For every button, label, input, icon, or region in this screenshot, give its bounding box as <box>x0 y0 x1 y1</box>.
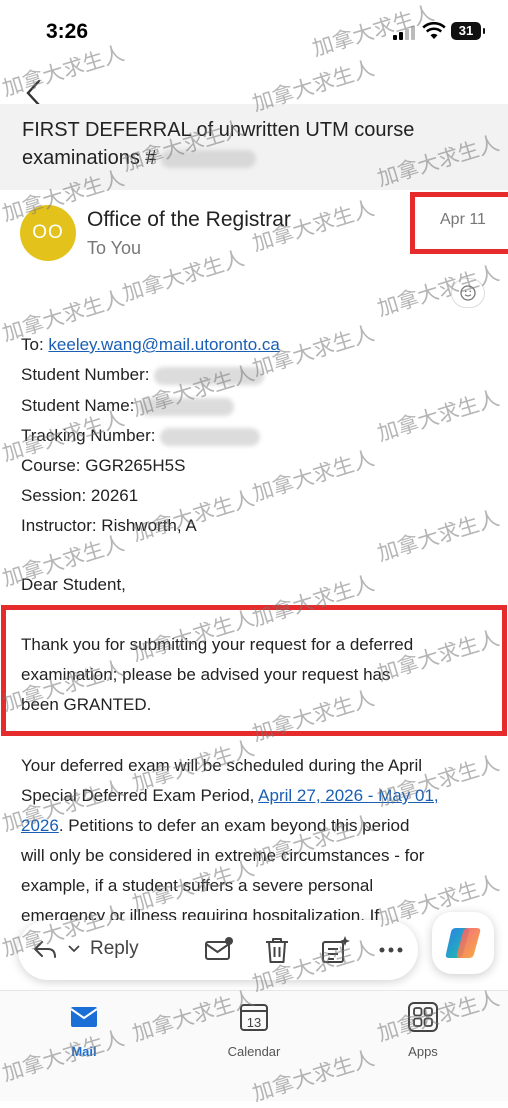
tab-calendar-label: Calendar <box>227 1044 281 1059</box>
session-line: Session: 20261 <box>21 486 139 505</box>
paragraph-line-3: 2026. Petitions to defer an exam beyond … <box>21 811 409 841</box>
redacted-value <box>139 397 235 416</box>
calendar-day-number: 13 <box>247 1015 261 1030</box>
emoji-reaction-icon[interactable] <box>451 278 485 308</box>
student-number-line: Student Number: <box>21 360 265 390</box>
chevron-down-icon[interactable] <box>68 944 80 954</box>
paragraph-line-4: will only be considered in extreme circu… <box>21 846 425 865</box>
watermark: 加拿大求生人 <box>374 506 503 566</box>
date-highlight-box <box>410 192 508 254</box>
exam-period-link-end[interactable]: 2026 <box>21 816 59 835</box>
subject-line-2: examinations # <box>22 147 157 169</box>
paragraph-line-2: Special Deferred Exam Period, April 27, … <box>21 781 439 811</box>
cellular-signal-icon <box>393 26 417 40</box>
redacted-tracking <box>160 149 256 168</box>
paragraph-text: . Petitions to defer an exam beyond this… <box>58 816 410 835</box>
watermark: 加拿大求生人 <box>374 386 503 446</box>
calendar-icon: 13 <box>240 1004 268 1031</box>
tab-apps-label: Apps <box>408 1044 438 1059</box>
exam-period-link[interactable]: April 27, 2026 - May 01, <box>258 786 438 805</box>
reply-icon[interactable] <box>32 938 58 962</box>
more-options-icon[interactable] <box>376 935 406 965</box>
email-subject: FIRST DEFERRAL of unwritten UTM course e… <box>22 116 492 172</box>
student-number-label: Student Number: <box>21 365 150 384</box>
recipient-label[interactable]: To You <box>87 238 141 259</box>
watermark: 加拿大求生人 <box>249 446 378 506</box>
delete-icon[interactable] <box>262 935 292 965</box>
student-name-line: Student Name: <box>21 391 235 421</box>
instructor-line: Instructor: Rishworth, A <box>21 516 197 535</box>
redacted-value <box>154 366 265 385</box>
apps-icon <box>408 1002 438 1032</box>
tracking-number-label: Tracking Number: <box>21 426 156 445</box>
to-label: To: <box>21 335 49 354</box>
paragraph-line-1: Your deferred exam will be scheduled dur… <box>21 756 423 775</box>
paragraph-text: Special Deferred Exam Period, <box>21 786 259 805</box>
avatar[interactable]: OO <box>20 205 76 261</box>
tracking-number-line: Tracking Number: <box>21 421 261 451</box>
subject-line-1: FIRST DEFERRAL of unwritten UTM course <box>22 119 415 141</box>
greeting: Dear Student, <box>21 575 126 594</box>
tab-mail[interactable]: Mail <box>34 1001 134 1059</box>
message-action-bar: Reply <box>18 920 418 980</box>
tab-apps[interactable]: Apps <box>373 1001 473 1059</box>
mark-unread-icon[interactable] <box>204 935 234 965</box>
status-time: 3:26 <box>46 20 89 43</box>
copilot-icon <box>445 928 481 958</box>
status-bar: 3:26 31 <box>0 0 508 64</box>
redacted-value <box>160 427 261 446</box>
mail-icon <box>70 1007 98 1027</box>
recipient-email-link[interactable]: keeley.wang@mail.utoronto.ca <box>48 335 279 354</box>
reply-button[interactable]: Reply <box>90 938 139 960</box>
bottom-tab-bar: Mail 13 Calendar Apps <box>0 990 508 1101</box>
granted-highlight-box <box>1 605 507 736</box>
summarize-icon[interactable] <box>320 935 350 965</box>
paragraph-line-5: example, if a student suffers a severe p… <box>21 876 374 895</box>
course-line: Course: GGR265H5S <box>21 456 186 475</box>
student-name-label: Student Name: <box>21 396 135 415</box>
tab-mail-label: Mail <box>71 1044 97 1059</box>
copilot-button[interactable] <box>432 912 494 974</box>
wifi-icon <box>422 22 446 39</box>
tab-calendar[interactable]: 13 Calendar <box>204 1001 304 1059</box>
to-line: To: keeley.wang@mail.utoronto.ca <box>21 330 280 360</box>
sender-name[interactable]: Office of the Registrar <box>87 208 291 232</box>
battery-icon: 31 <box>451 22 485 40</box>
